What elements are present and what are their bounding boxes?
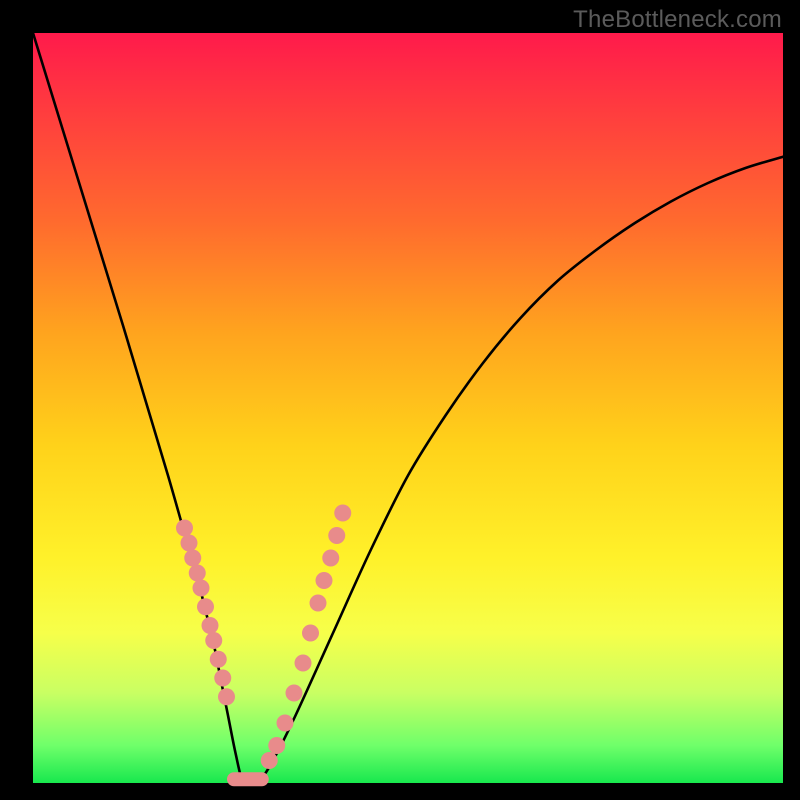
data-dot — [310, 595, 327, 612]
data-dot — [322, 550, 339, 567]
data-dot — [261, 752, 278, 769]
data-dot — [302, 625, 319, 642]
data-dot — [193, 580, 210, 597]
plot-area — [33, 33, 783, 783]
watermark-text: TheBottleneck.com — [573, 6, 782, 34]
data-dot — [268, 737, 285, 754]
data-dot — [202, 617, 219, 634]
data-dot — [181, 535, 198, 552]
data-dot — [176, 520, 193, 537]
data-dot — [277, 715, 294, 732]
data-dot — [205, 632, 222, 649]
data-dot — [210, 651, 227, 668]
curve-svg — [33, 33, 783, 783]
data-dot — [328, 527, 345, 544]
data-dot — [184, 550, 201, 567]
data-dot — [197, 598, 214, 615]
data-dot — [334, 505, 351, 522]
dots-left-cluster — [176, 520, 235, 706]
dots-right-cluster — [261, 505, 352, 770]
bottleneck-curve — [33, 33, 783, 785]
data-dot — [214, 670, 231, 687]
data-dot — [316, 572, 333, 589]
data-dot — [286, 685, 303, 702]
data-dot — [218, 688, 235, 705]
data-dot — [295, 655, 312, 672]
chart-stage: TheBottleneck.com — [0, 0, 800, 800]
data-dot — [189, 565, 206, 582]
